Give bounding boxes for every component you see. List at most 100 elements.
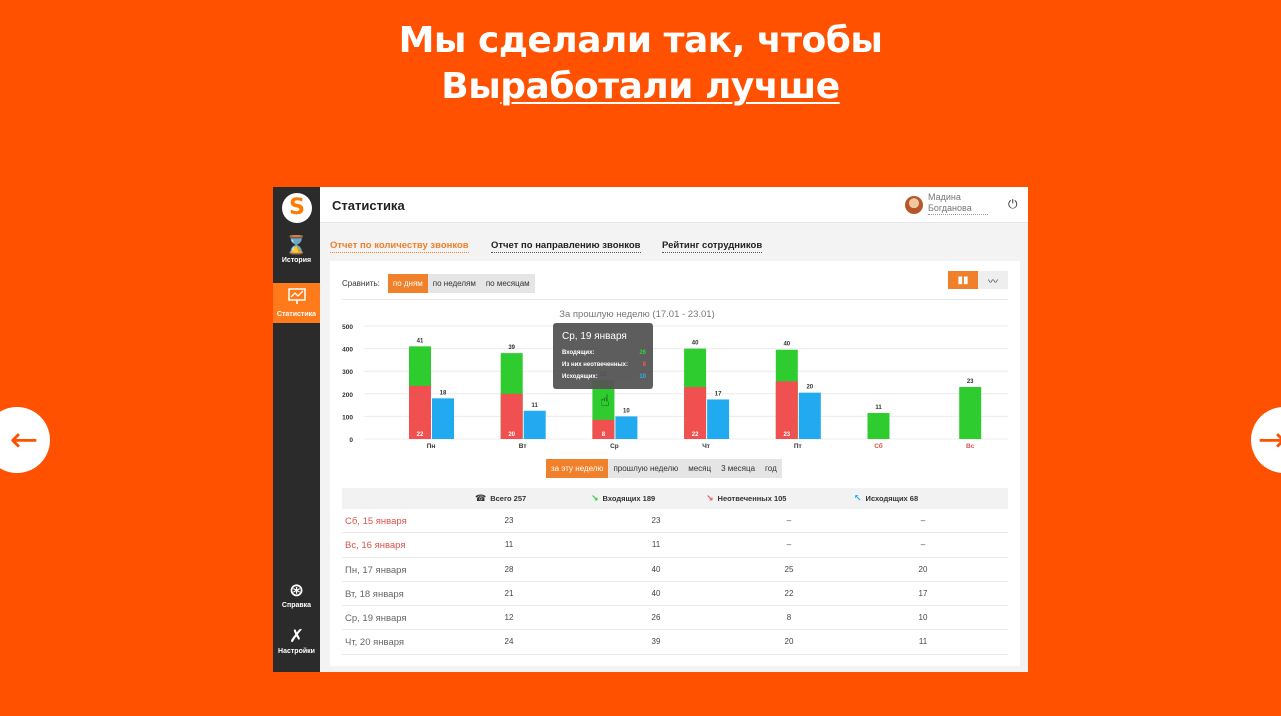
next-slide-button[interactable]: → [1251, 407, 1281, 473]
period-3-months[interactable]: 3 месяца [716, 459, 760, 478]
tooltip-label: Из них неотвеченных: [562, 362, 629, 368]
bar-chart: За прошлую неделю (17.01 - 23.01) 0 100 20… [342, 309, 1008, 450]
data-label-incoming: 23 [967, 379, 974, 385]
period-year[interactable]: год [760, 459, 782, 478]
x-tick-label: Чт [702, 443, 710, 450]
stats-table: ☎ Всего 257 ↘ Входящих 189 ↘ Неотвеченных 1… [342, 488, 1008, 655]
header-outgoing: ↖ Исходящих 68 [854, 494, 918, 504]
tooltip-title: Ср, 19 января [562, 331, 627, 342]
avatar[interactable] [905, 196, 923, 214]
data-label-incoming: 11 [875, 405, 882, 411]
header-missed-label: Неотвеченных 105 [717, 494, 787, 503]
day-cell: Пн, 17 января [345, 564, 407, 576]
y-tick-label: 400 [342, 347, 353, 354]
missed-cell: 8 [786, 613, 792, 623]
period-month[interactable]: месяц [683, 459, 716, 478]
x-tick-label: Пт [794, 443, 802, 450]
sidebar-item-settings[interactable]: ✗ Настройки [273, 626, 320, 666]
sidebar-item-statistics[interactable]: Статистика [273, 283, 320, 323]
tooltip-label: Входящих: [562, 350, 595, 356]
tooltip-value: 10 [639, 374, 646, 380]
incoming-cell: 23 [651, 516, 661, 525]
table-row[interactable]: Ср, 19 января 12 26 8 10 [342, 606, 1008, 631]
period-this-week[interactable]: за эту неделю [546, 459, 609, 478]
report-panel: Сравнить: по дням по неделям по месяцам … [330, 261, 1020, 666]
missed-cell: – [786, 516, 792, 525]
table-row[interactable]: Сб, 15 января 23 23 – – [342, 509, 1008, 534]
hero-line-2: Выработали лучше [0, 64, 1281, 110]
hand-cursor-icon: ☝ [600, 391, 610, 410]
table-row[interactable]: Вт, 18 января 21 40 22 17 [342, 582, 1008, 607]
bar-outgoing [523, 410, 546, 439]
tooltip-row-missed: Из них неотвеченных: 8 [562, 362, 646, 368]
outgoing-cell: 11 [918, 637, 928, 647]
incoming-cell: 40 [651, 588, 661, 598]
outgoing-cell: – [920, 516, 926, 525]
table-row[interactable]: Вс, 16 января 11 11 – – [342, 533, 1008, 558]
sidebar: S ⌛ История Статистика ⊛ Справка ✗ Настр… [273, 187, 320, 672]
data-label-incoming: 39 [508, 345, 515, 351]
outgoing-cell: – [920, 540, 926, 550]
data-label-incoming: 40 [783, 342, 790, 348]
tab-calls-direction[interactable]: Отчет по направлению звонков [491, 240, 641, 253]
bar-outgoing [798, 392, 821, 439]
tab-employee-rating[interactable]: Рейтинг сотрудников [662, 240, 763, 253]
incoming-cell: 39 [651, 637, 661, 647]
total-cell: 21 [504, 588, 514, 598]
y-tick-label: 300 [342, 369, 353, 376]
chart-tooltip: Ср, 19 января Входящих: 26 Из них неотвеч… [553, 323, 653, 389]
chart-monitor-icon [273, 285, 320, 311]
bar-incoming [959, 387, 982, 439]
bar-outgoing [432, 398, 454, 439]
missed-cell: 20 [784, 637, 794, 647]
data-label-outgoing: 17 [715, 391, 722, 397]
outgoing-cell: 10 [918, 613, 928, 623]
outgoing-cell: 17 [918, 588, 928, 598]
user-last-name: Богданова [928, 203, 972, 213]
y-tick-label: 200 [342, 392, 353, 399]
incoming-cell: 11 [651, 540, 661, 550]
day-cell: Чт, 20 января [345, 637, 405, 649]
user-first-name: Мадина [928, 192, 961, 202]
period-last-week[interactable]: прошлую неделю [608, 459, 683, 478]
day-cell: Вс, 16 января [345, 540, 406, 552]
data-label-outgoing: 18 [440, 390, 447, 396]
table-row[interactable]: Пн, 17 января 28 40 25 20 [342, 558, 1008, 582]
total-cell: 24 [504, 637, 514, 647]
incoming-cell: 40 [651, 564, 661, 574]
lifebuoy-icon: ⊛ [288, 580, 305, 601]
sidebar-item-label: Справка [281, 602, 312, 609]
y-tick-label: 0 [349, 437, 353, 444]
sidebar-item-help[interactable]: ⊛ Справка [273, 580, 320, 618]
data-label-incoming: 40 [692, 341, 699, 347]
data-label-missed: 22 [692, 432, 699, 438]
outgoing-cell: 20 [918, 564, 928, 574]
table-body: Сб, 15 января 23 23 – – Вс, 16 января 11 11 – – Пн… [342, 509, 1008, 655]
sidebar-item-label: История [281, 257, 312, 264]
data-label-outgoing: 20 [806, 385, 813, 391]
phone-icon: ☎ [475, 494, 487, 504]
arrow-left-icon: ← [9, 420, 39, 460]
data-label-missed: 22 [417, 432, 424, 438]
missed-cell: 25 [784, 564, 794, 574]
x-tick-label: Вт [519, 443, 527, 450]
missed-cell: 22 [784, 588, 794, 598]
sidebar-item-label: Настройки [278, 648, 315, 655]
header-incoming-label: Входящих 189 [602, 494, 656, 503]
prev-slide-button[interactable]: ← [0, 407, 50, 473]
app-logo[interactable]: S [282, 193, 312, 223]
header-incoming: ↘ Входящих 189 [591, 494, 655, 504]
tab-calls-count[interactable]: Отчет по количеству звонков [330, 240, 469, 253]
sidebar-item-history[interactable]: ⌛ История [273, 235, 320, 275]
data-label-missed: 20 [508, 432, 515, 438]
tooltip-row-incoming: Входящих: 26 [562, 350, 646, 356]
table-row[interactable]: Чт, 20 января 24 39 20 11 [342, 630, 1008, 655]
hero-line-2-underlined: работали лучше [500, 66, 840, 107]
hero-line-2-plain: Вы [441, 66, 501, 107]
x-tick-label: Пн [427, 443, 436, 450]
bar-missed [775, 381, 798, 439]
user-name[interactable]: Мадина Богданова [928, 192, 988, 215]
power-icon[interactable]: ⏻ [1008, 197, 1018, 212]
page-title: Статистика [332, 198, 405, 213]
tools-icon: ✗ [288, 626, 305, 647]
